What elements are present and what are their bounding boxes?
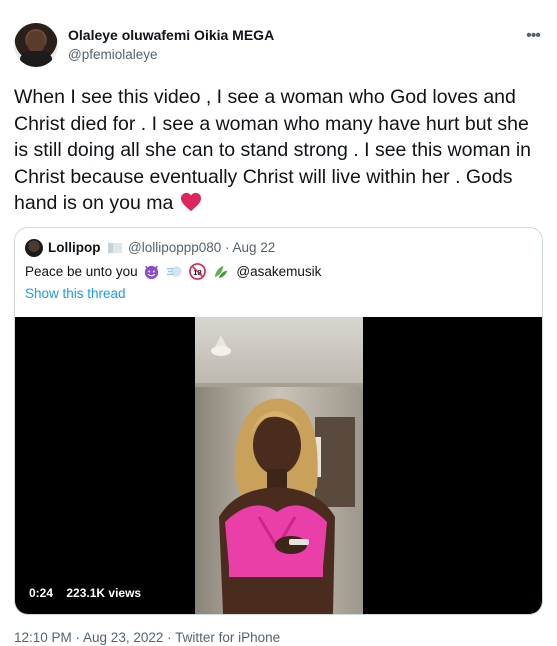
more-options-icon[interactable]: ••• <box>522 27 544 44</box>
quoted-tweet[interactable]: Lollipop @lollipoppp080 · Aug 22 Peace b… <box>14 227 543 615</box>
video-views: 223.1K views <box>66 586 142 600</box>
author-avatar[interactable] <box>14 23 58 67</box>
mention-link[interactable]: @asakemusik <box>236 264 321 279</box>
quoted-tweet-text: Peace be unto you 18 @asakemusik <box>25 263 321 280</box>
tweet-text-block: When I see this video , I see a woman wh… <box>14 84 544 217</box>
leaves-emoji-icon <box>214 265 227 279</box>
no-one-under-eighteen-emoji-icon: 18 <box>188 263 206 280</box>
quoted-text: Peace be unto you <box>25 264 138 279</box>
dash-emoji-icon <box>167 266 182 277</box>
video-info-overlay: 0:24 223.1K views <box>29 586 151 600</box>
video-player[interactable]: 0:24 223.1K views <box>15 317 542 614</box>
quoted-author-handle-date: @lollipoppp080 · Aug 22 <box>128 240 276 255</box>
quoted-author-avatar <box>25 239 43 257</box>
quoted-author-name: Lollipop <box>48 240 101 255</box>
tweet-timestamp-source[interactable]: 12:10 PM · Aug 23, 2022 · Twitter for iP… <box>14 630 280 645</box>
author-handle[interactable]: @pfemiolaleye <box>68 47 158 62</box>
show-thread-link[interactable]: Show this thread <box>25 286 126 301</box>
red-heart-icon <box>180 192 201 212</box>
tweet-author: Olaleye oluwafemi Oikia MEGA @pfemiolale… <box>14 23 544 71</box>
tweet-text: When I see this video , I see a woman wh… <box>14 86 532 214</box>
author-display-name[interactable]: Olaleye oluwafemi Oikia MEGA <box>68 27 274 43</box>
devil-emoji-icon <box>145 265 159 280</box>
flag-emoji-icon <box>108 243 122 253</box>
video-thumbnail <box>195 317 363 614</box>
video-duration: 0:24 <box>29 586 54 600</box>
